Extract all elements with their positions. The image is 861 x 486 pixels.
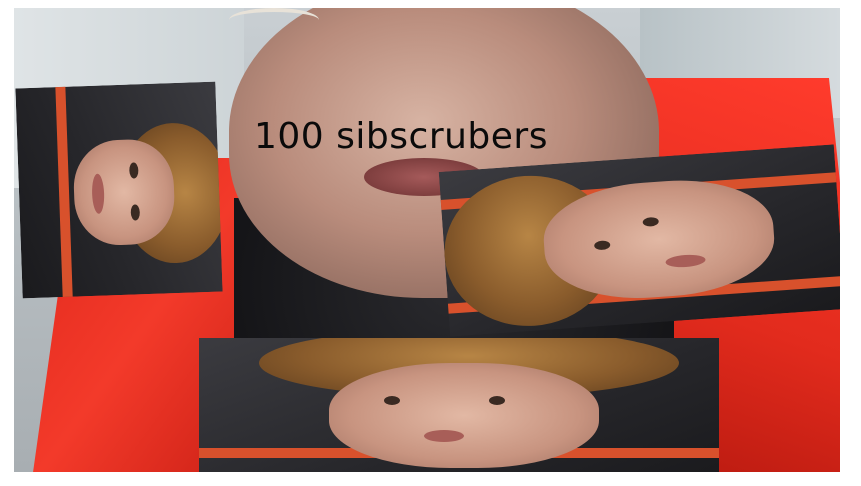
meme-image: 100 sibscrubers [14,8,840,472]
kid-face [72,138,176,247]
kid-eye [384,396,400,405]
caption-text: 100 sibscrubers [254,116,548,157]
glasses-frame [229,8,319,32]
kid-mouth [424,430,464,442]
kid-eye [129,162,139,179]
kid-cutout-left [15,81,223,299]
kid-eye [130,204,141,221]
kid-cutout-bottom [199,338,719,472]
kid-cutout-right [438,144,840,337]
kid-eye [489,396,505,405]
kid-face [329,363,599,468]
